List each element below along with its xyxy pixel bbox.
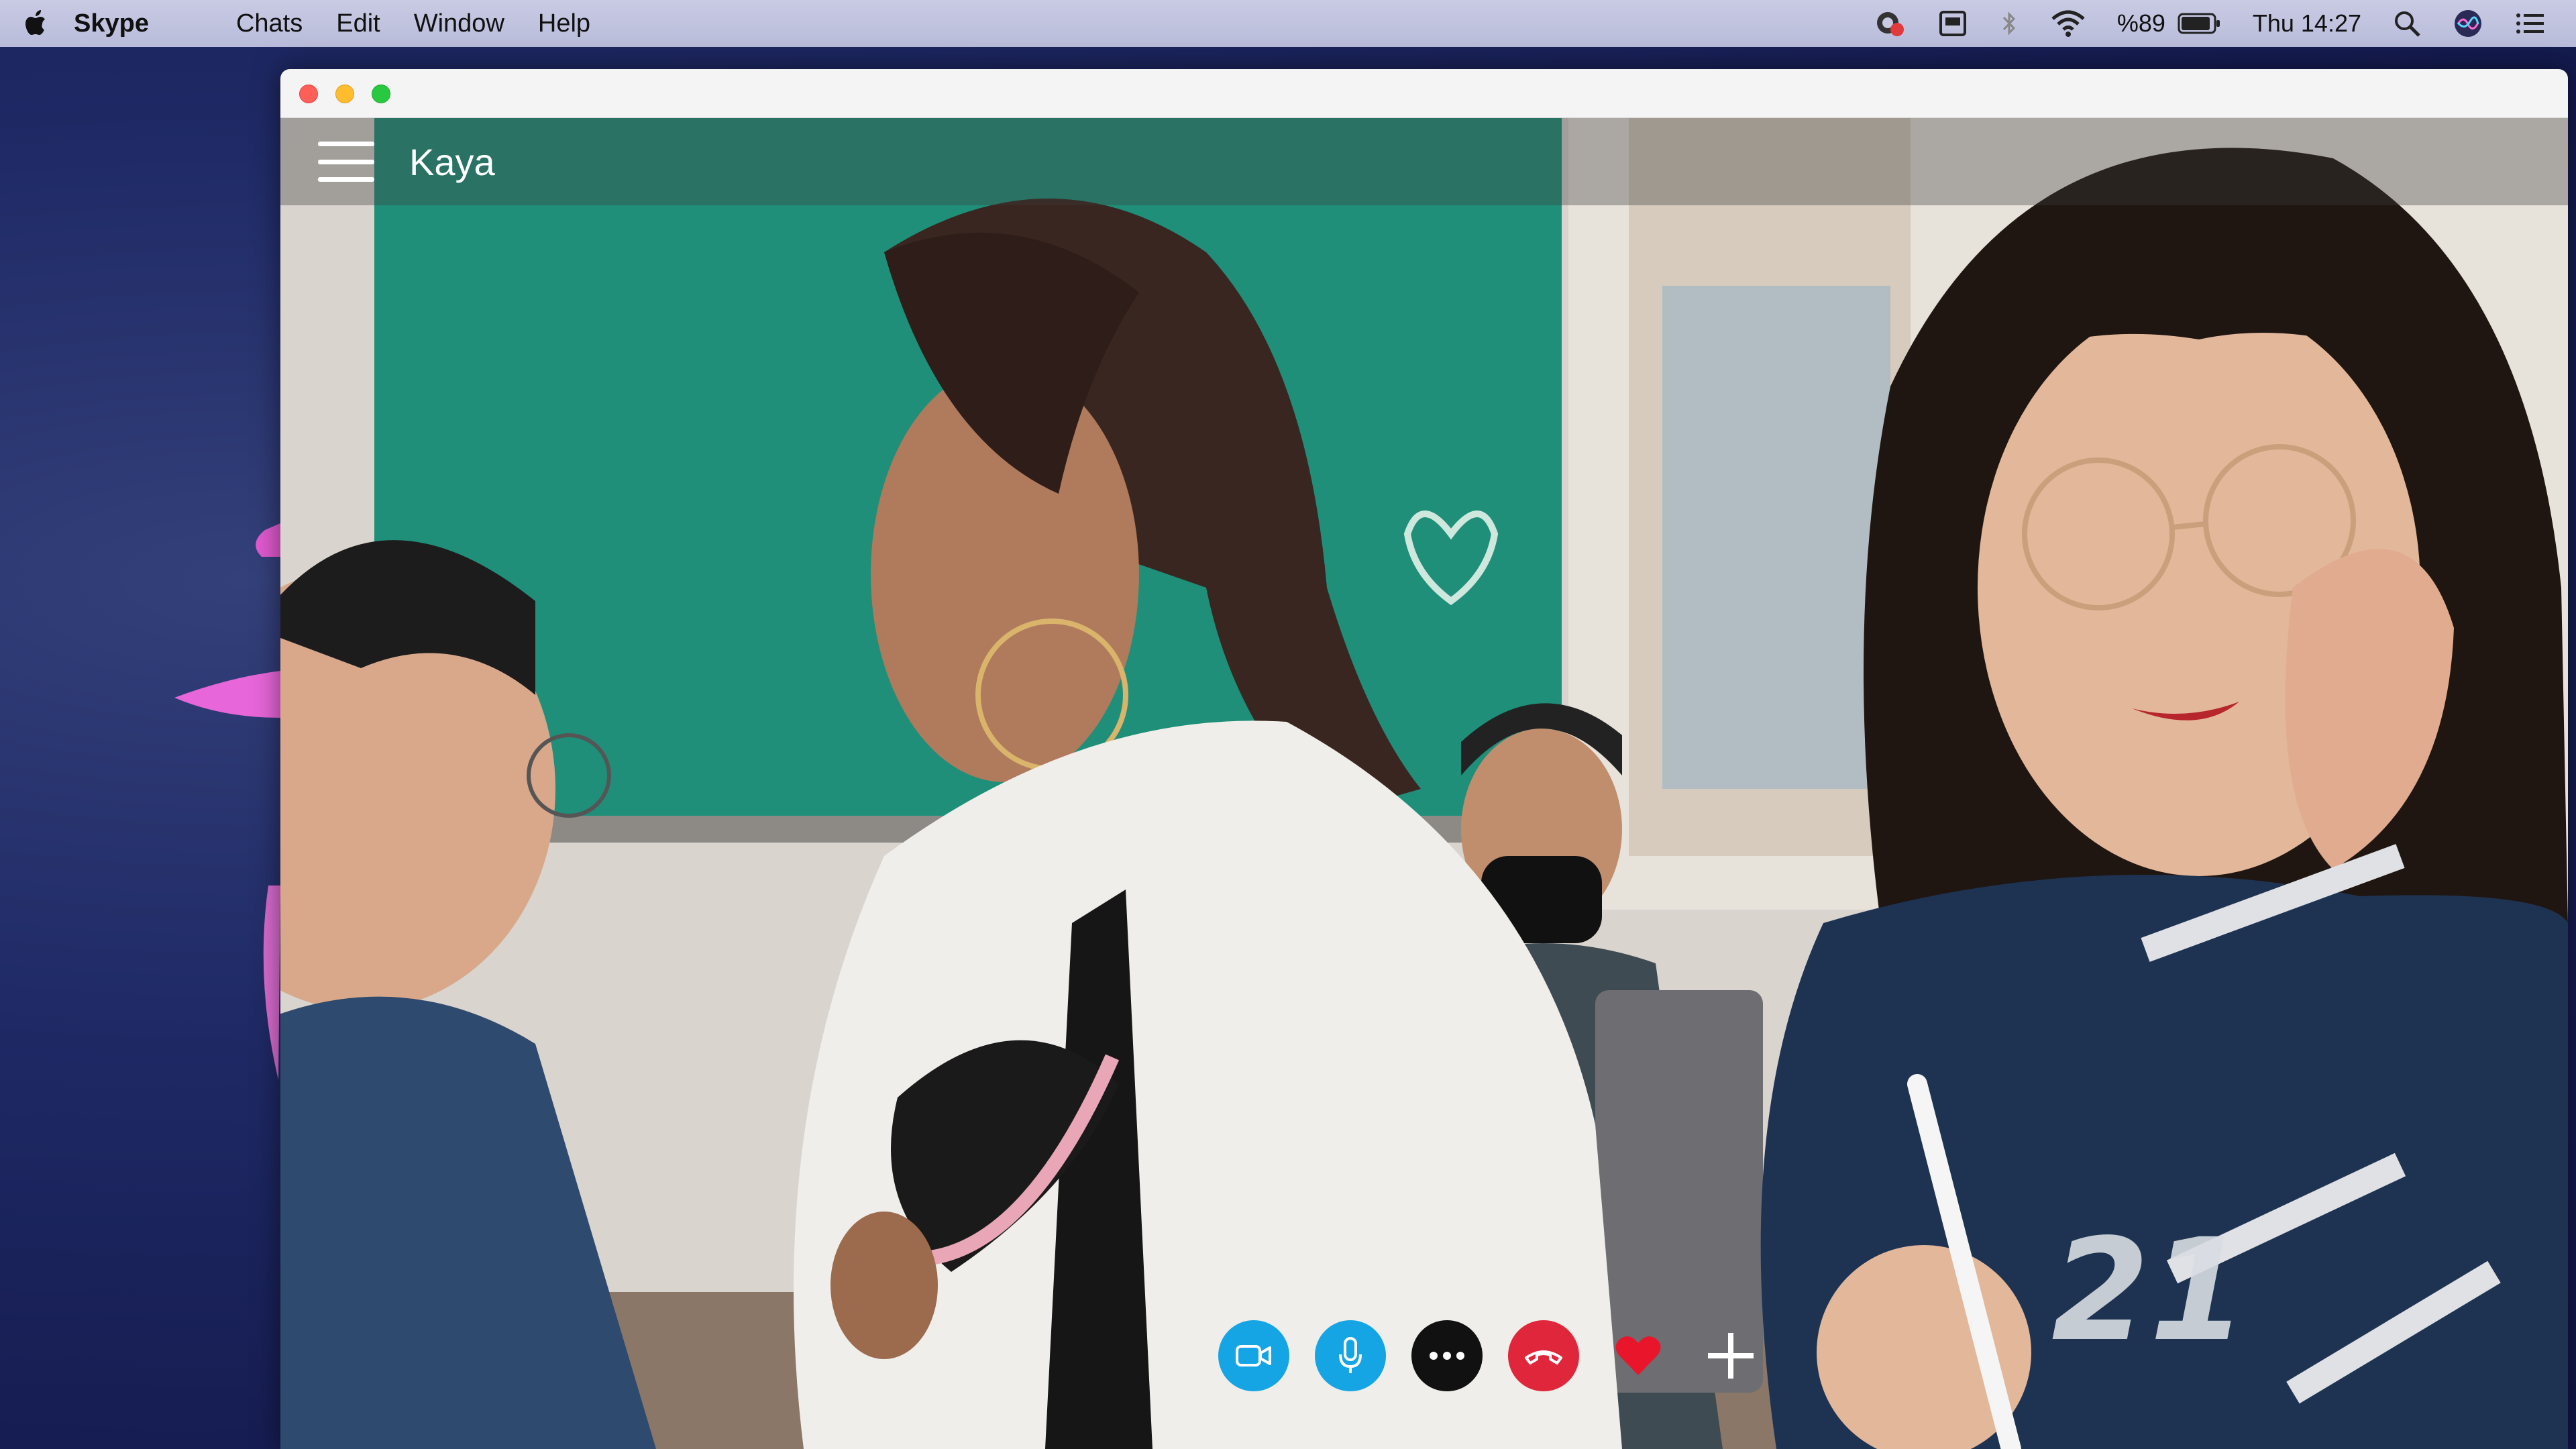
skype-window: 21 Kaya bbox=[280, 69, 2568, 1449]
wifi-icon[interactable] bbox=[2050, 8, 2086, 39]
spotlight-search-icon[interactable] bbox=[2392, 9, 2422, 38]
plus-icon bbox=[1708, 1333, 1754, 1379]
menu-hamburger-icon[interactable] bbox=[318, 142, 374, 182]
desktop-decoration bbox=[174, 523, 280, 1080]
window-close-button[interactable] bbox=[299, 85, 318, 103]
menu-clock[interactable]: Thu 14:27 bbox=[2253, 9, 2361, 38]
menu-bar: Skype Chats Edit Window Help %89 Thu 14:… bbox=[0, 0, 2576, 47]
menu-edit[interactable]: Edit bbox=[336, 9, 380, 38]
svg-text:21: 21 bbox=[2051, 1208, 2247, 1373]
react-heart-button[interactable] bbox=[1605, 1320, 1672, 1391]
microphone-icon bbox=[1339, 1337, 1362, 1373]
video-frame-image: 21 bbox=[280, 118, 2568, 1449]
more-options-button[interactable] bbox=[1411, 1320, 1483, 1391]
video-feed: 21 Kaya bbox=[280, 118, 2568, 1449]
add-participant-button[interactable] bbox=[1697, 1320, 1764, 1391]
video-toggle-button[interactable] bbox=[1218, 1320, 1289, 1391]
video-camera-icon bbox=[1236, 1345, 1271, 1366]
call-controls bbox=[1218, 1319, 1790, 1393]
contact-name: Kaya bbox=[409, 140, 495, 183]
menu-chats[interactable]: Chats bbox=[236, 9, 303, 38]
end-call-button[interactable] bbox=[1508, 1320, 1579, 1391]
battery-icon[interactable] bbox=[2178, 11, 2222, 36]
heart-icon bbox=[1615, 1336, 1661, 1375]
window-maximize-button[interactable] bbox=[372, 85, 390, 103]
more-options-icon bbox=[1430, 1352, 1464, 1360]
battery-percent: %89 bbox=[2116, 9, 2165, 37]
menu-app-name[interactable]: Skype bbox=[74, 9, 149, 38]
siri-icon[interactable] bbox=[2453, 8, 2483, 39]
window-minimize-button[interactable] bbox=[335, 85, 354, 103]
end-call-icon bbox=[1525, 1350, 1562, 1364]
apple-menu-icon[interactable] bbox=[0, 8, 74, 39]
mic-toggle-button[interactable] bbox=[1315, 1320, 1386, 1391]
screen-capture-icon[interactable] bbox=[1937, 8, 1968, 39]
skype-status-icon[interactable] bbox=[1873, 8, 1907, 39]
notification-center-icon[interactable] bbox=[2514, 10, 2545, 37]
menu-window[interactable]: Window bbox=[414, 9, 504, 38]
menu-help[interactable]: Help bbox=[538, 9, 590, 38]
bluetooth-icon[interactable] bbox=[1999, 8, 2019, 39]
call-header: Kaya bbox=[280, 118, 2568, 205]
status-area: %89 Thu 14:27 bbox=[1873, 0, 2576, 47]
window-titlebar[interactable] bbox=[280, 69, 2568, 118]
